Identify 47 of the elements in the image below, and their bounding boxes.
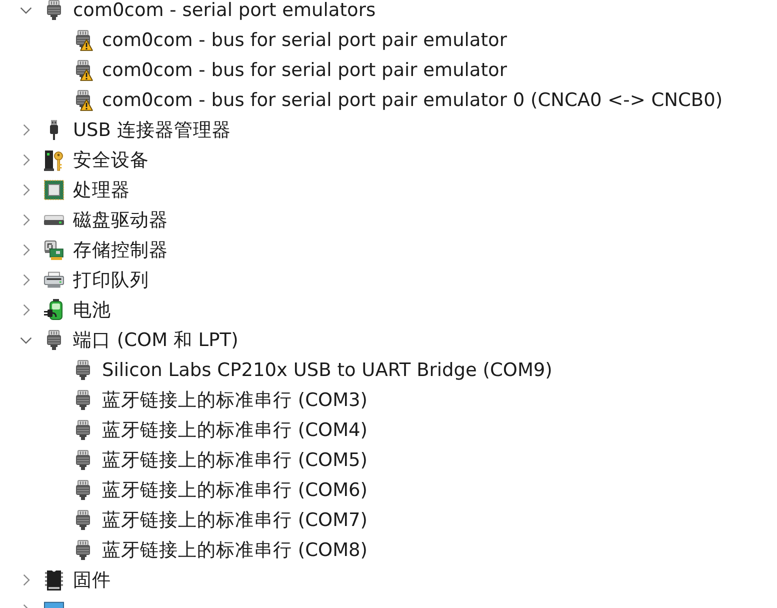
device-label[interactable]: 蓝牙链接上的标准串行 (COM8) (102, 538, 368, 562)
serial-port-icon (46, 330, 62, 350)
chevron-right-icon[interactable] (22, 124, 30, 136)
printer-icon (44, 271, 64, 289)
cpu-chip-icon (44, 180, 64, 200)
category-label[interactable]: 固件 (73, 568, 111, 592)
device-label[interactable]: 蓝牙链接上的标准串行 (COM6) (102, 478, 368, 502)
chevron-right-icon[interactable] (22, 274, 30, 286)
chevron-right-icon[interactable] (22, 154, 30, 166)
category-label[interactable]: USB 连接器管理器 (73, 118, 231, 142)
device-label[interactable]: 蓝牙链接上的标准串行 (COM3) (102, 388, 368, 412)
serial-port-icon (75, 450, 91, 470)
chevron-right-icon[interactable] (22, 304, 30, 316)
serial-port-icon (75, 360, 91, 380)
chevron-down-icon[interactable] (20, 336, 32, 344)
serial-port-icon (75, 420, 91, 440)
device-label[interactable]: com0com - bus for serial port pair emulator (102, 58, 507, 82)
category-label[interactable]: 电池 (73, 298, 111, 322)
device-label[interactable]: Silicon Labs CP210x USB to UART Bridge (COM9) (102, 358, 552, 382)
chevron-right-icon[interactable] (22, 574, 30, 586)
device-label[interactable]: 蓝牙链接上的标准串行 (COM4) (102, 418, 368, 442)
device-label[interactable]: 蓝牙链接上的标准串行 (COM5) (102, 448, 368, 472)
chevron-right-icon[interactable] (22, 184, 30, 196)
category-label[interactable]: 安全设备 (73, 148, 149, 172)
category-label[interactable]: 打印队列 (73, 268, 149, 292)
device-label[interactable]: com0com - bus for serial port pair emulator 0 (CNCA0 <-> CNCB0) (102, 88, 723, 112)
category-label[interactable]: 端口 (COM 和 LPT) (73, 328, 238, 352)
chevron-right-icon[interactable] (22, 214, 30, 226)
category-label[interactable]: com0com - serial port emulators (73, 0, 376, 22)
device-label[interactable]: 蓝牙链接上的标准串行 (COM7) (102, 508, 368, 532)
serial-port-icon (75, 510, 91, 530)
category-label[interactable]: 存储控制器 (73, 238, 168, 262)
memory-chip-icon (45, 570, 63, 590)
serial-port-icon (75, 540, 91, 560)
serial-port-icon (75, 390, 91, 410)
disk-drive-icon (44, 215, 64, 225)
security-key-icon (44, 150, 64, 170)
serial-port-icon (46, 0, 62, 20)
chevron-right-icon[interactable] (22, 244, 30, 256)
category-label[interactable]: 处理器 (73, 178, 130, 202)
battery-plug-icon (44, 299, 64, 321)
chevron-down-icon[interactable] (20, 6, 32, 14)
storage-controller-icon (44, 240, 64, 260)
category-label[interactable]: 磁盘驱动器 (73, 208, 168, 232)
serial-port-icon (75, 480, 91, 500)
device-label[interactable]: com0com - bus for serial port pair emulator (102, 28, 507, 52)
usb-plug-icon (49, 120, 59, 140)
